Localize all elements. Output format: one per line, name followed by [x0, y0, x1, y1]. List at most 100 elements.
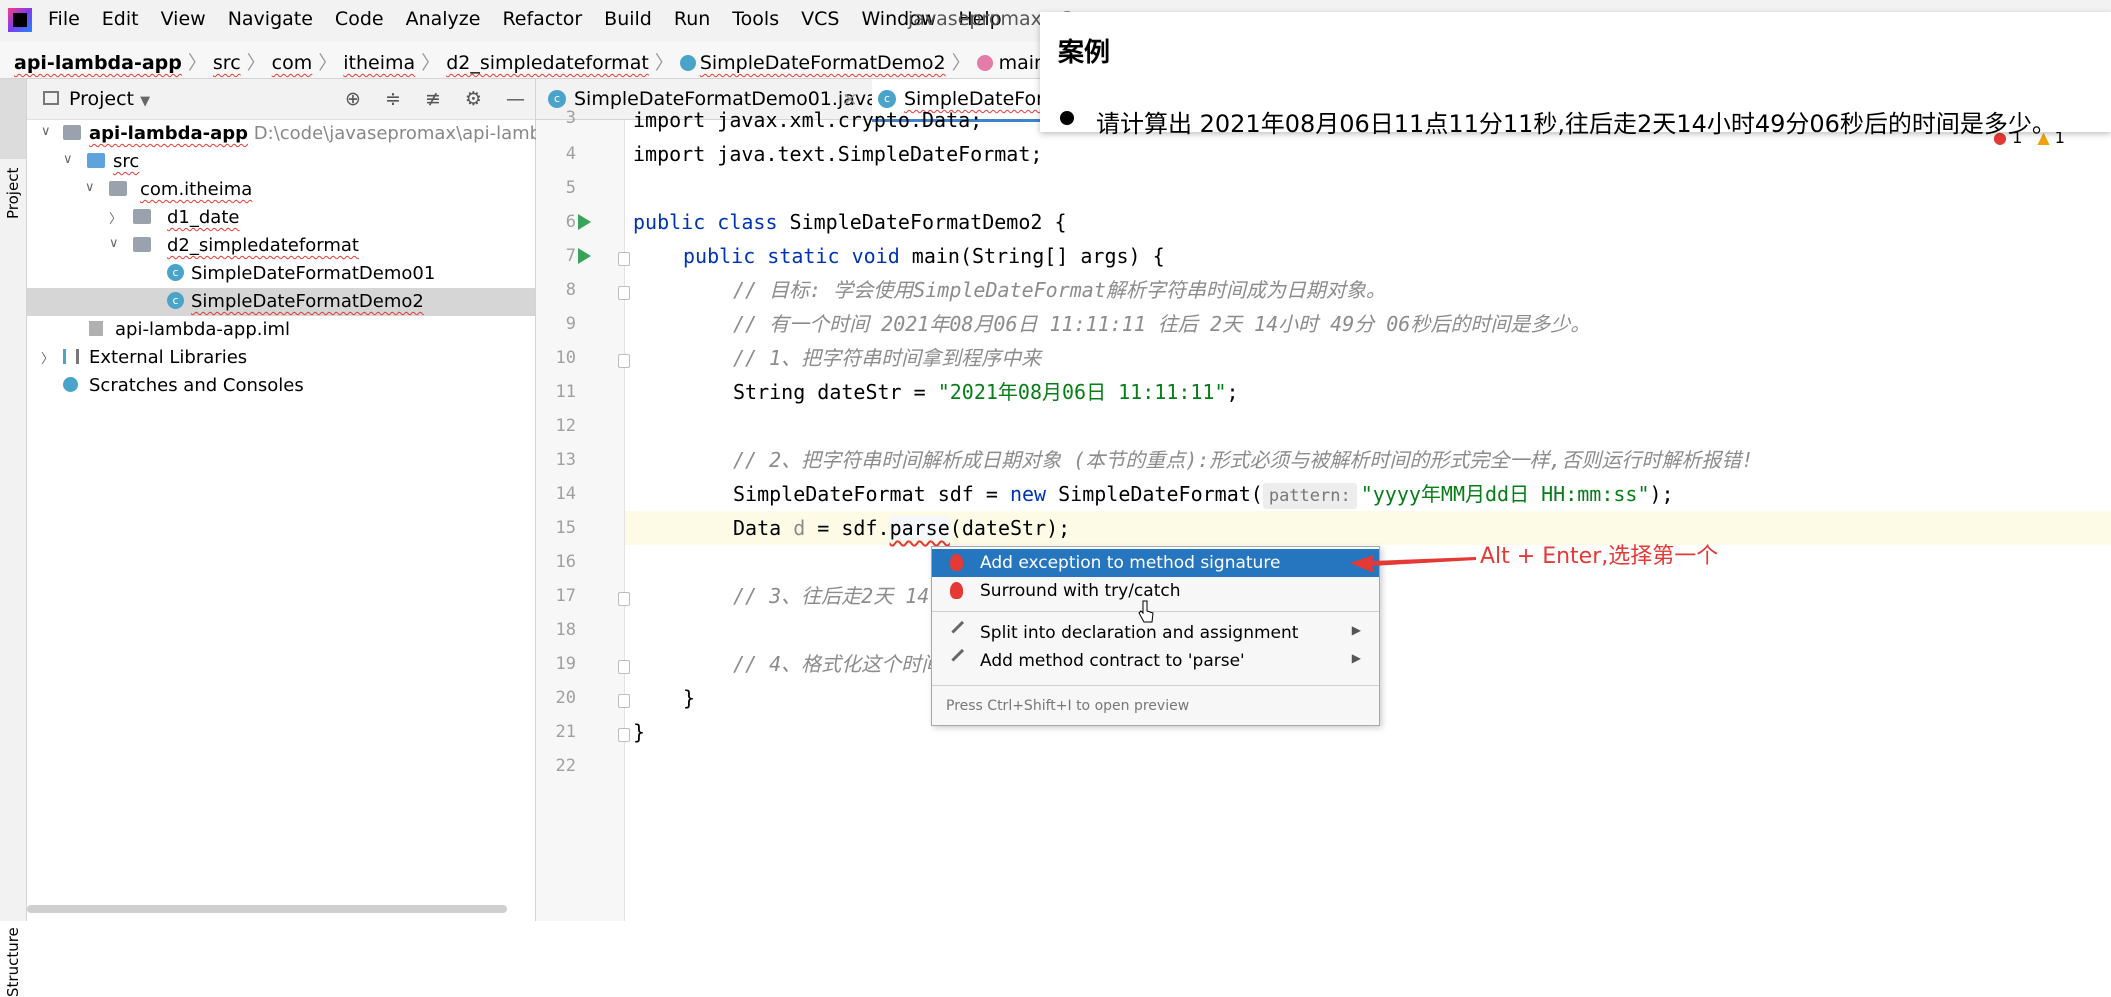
java-class-icon: c	[167, 264, 184, 281]
breadcrumb-package[interactable]: d2_simpledateformat	[446, 52, 649, 74]
intellij-logo-icon	[8, 8, 32, 32]
menu-analyze[interactable]: Analyze	[406, 8, 481, 30]
popup-item-label: Surround with try/catch	[980, 581, 1181, 601]
tree-item-demo01[interactable]: c SimpleDateFormatDemo01	[27, 260, 535, 288]
tree-item-d1-date[interactable]: 〉 d1_date	[27, 204, 535, 232]
code-line-21: }	[633, 715, 645, 749]
code-text: }	[633, 720, 646, 744]
chevron-right-icon[interactable]: 〉	[41, 348, 54, 367]
tree-item-com-itheima[interactable]: ∨ com.itheima	[27, 176, 535, 204]
menu-run[interactable]: Run	[674, 8, 710, 30]
menu-vcs[interactable]: VCS	[801, 8, 839, 30]
code-line-6: public class SimpleDateFormatDemo2 {	[633, 205, 1066, 239]
expand-all-icon[interactable]: ≑	[385, 88, 401, 110]
popup-item-add-contract[interactable]: Add method contract to 'parse' ▶	[932, 647, 1379, 675]
line-number: 4	[565, 144, 576, 164]
menu-build[interactable]: Build	[604, 8, 652, 30]
popup-item-surround-try-catch[interactable]: Surround with try/catch	[932, 577, 1379, 605]
project-panel-title[interactable]: Project ▼	[69, 88, 150, 110]
menu-view[interactable]: View	[161, 8, 206, 30]
code-string: "2021年08月06日 11:11:11"	[937, 380, 1227, 404]
chevron-right-icon: ▶	[1351, 651, 1361, 665]
tree-item-demo2[interactable]: c SimpleDateFormatDemo2	[27, 288, 535, 316]
code-line-15: Data d = sdf.parse(dateStr);	[625, 511, 2111, 545]
locate-icon[interactable]: ⊕	[345, 88, 361, 110]
breadcrumb-itheima[interactable]: itheima	[343, 52, 415, 74]
project-tool-tab[interactable]	[0, 79, 26, 159]
popup-item-label: Add exception to method signature	[980, 553, 1281, 573]
code-line-14: SimpleDateFormat sdf = new SimpleDateFor…	[733, 477, 1674, 511]
tree-item-scratches[interactable]: Scratches and Consoles	[27, 372, 535, 400]
annotation-arrow-icon	[1350, 555, 1476, 573]
line-number: 16	[555, 552, 576, 572]
hide-panel-icon[interactable]: —	[506, 88, 525, 110]
line-number: 3	[565, 108, 576, 128]
breadcrumb-sep-icon: 〉	[421, 52, 441, 74]
popup-item-add-exception[interactable]: Add exception to method signature	[932, 549, 1379, 577]
breadcrumb-project[interactable]: api-lambda-app	[14, 52, 182, 74]
menu-file[interactable]: File	[48, 8, 80, 30]
menu-edit[interactable]: Edit	[102, 8, 139, 30]
left-tool-stripe: Project Structure	[0, 79, 27, 997]
chevron-down-icon[interactable]: ∨	[63, 152, 73, 167]
structure-tool-label[interactable]: Structure	[4, 927, 22, 997]
popup-footer-hint: Press Ctrl+Shift+I to open preview	[946, 698, 1190, 714]
error-bulb-icon	[950, 554, 963, 571]
line-number: 6	[565, 212, 576, 232]
project-panel-header: Project ▼ ⊕ ≑ ≢ ⚙ —	[27, 79, 535, 120]
menu-tools[interactable]: Tools	[732, 8, 779, 30]
chevron-down-icon[interactable]: ∨	[85, 180, 95, 195]
menu-navigate[interactable]: Navigate	[228, 8, 313, 30]
code-line-17: // 3、往后走2天 14	[733, 579, 929, 613]
breadcrumb-method[interactable]: main	[999, 52, 1046, 74]
line-number: 17	[555, 586, 576, 606]
breadcrumb-class[interactable]: SimpleDateFormatDemo2	[700, 52, 946, 74]
code-line-9: // 有一个时间 2021年08月06日 11:11:11 往后 2天 14小时…	[733, 307, 1590, 341]
chevron-down-icon[interactable]: ∨	[109, 236, 119, 251]
code-error-token[interactable]: parse	[889, 516, 950, 540]
run-class-icon[interactable]	[578, 214, 591, 230]
tree-item-project[interactable]: ∨ api-lambda-app D:\code\javasepromax\ap…	[27, 120, 581, 148]
line-number: 19	[555, 654, 576, 674]
tree-item-external-libraries[interactable]: 〉 External Libraries	[27, 344, 535, 372]
code-line-4: import java.text.SimpleDateFormat;	[633, 137, 1042, 171]
iml-file-icon	[89, 321, 103, 336]
breadcrumb-trail: api-lambda-app 〉 src 〉 com 〉 itheima 〉 d2_simple…	[14, 48, 1046, 75]
code-text: Data	[733, 516, 794, 540]
code-text: (dateStr);	[949, 516, 1071, 540]
line-number: 15	[555, 518, 576, 538]
code-text: SimpleDateFormat sdf =	[733, 482, 1010, 506]
menu-code[interactable]: Code	[335, 8, 384, 30]
code-comment: // 1、把字符串时间拿到程序中来	[733, 346, 1042, 370]
collapse-all-icon[interactable]: ≢	[425, 88, 441, 110]
code-text: SimpleDateFormat(	[1046, 482, 1263, 506]
popup-item-split-declaration[interactable]: Split into declaration and assignment ▶	[932, 619, 1379, 647]
popup-divider	[932, 685, 1379, 686]
intention-actions-popup: Add exception to method signature Surrou…	[931, 546, 1380, 726]
code-editor[interactable]: import javax.xml.crypto.Data; import jav…	[625, 108, 2111, 921]
package-icon	[133, 237, 151, 252]
chevron-down-icon[interactable]: ∨	[41, 124, 51, 139]
tree-item-d2-simpledateformat[interactable]: ∨ d2_simpledateformat	[27, 232, 535, 260]
code-text: SimpleDateFormatDemo2 {	[777, 210, 1067, 234]
gear-icon[interactable]: ⚙	[465, 88, 482, 110]
menu-refactor[interactable]: Refactor	[502, 8, 582, 30]
tree-item-src[interactable]: ∨ src	[27, 148, 535, 176]
tree-label: SimpleDateFormatDemo01	[191, 263, 436, 284]
chevron-right-icon[interactable]: 〉	[109, 208, 122, 227]
breadcrumb-src[interactable]: src	[213, 52, 241, 74]
main-menu: File Edit View Navigate Code Analyze Ref…	[48, 8, 1024, 30]
code-comment: // 目标: 学会使用SimpleDateFormat解析字符串时间成为日期对象…	[733, 278, 1386, 302]
popup-item-label: Split into declaration and assignment	[980, 623, 1299, 643]
code-line-7: public static void main(String[] args) {	[683, 239, 1165, 273]
tree-label: api-lambda-app.iml	[115, 319, 291, 340]
code-text: import java.text.SimpleDateFormat;	[633, 142, 1043, 166]
package-icon	[133, 209, 151, 224]
horizontal-scrollbar[interactable]	[27, 905, 507, 913]
run-main-icon[interactable]	[578, 248, 591, 264]
breadcrumb-com[interactable]: com	[272, 52, 313, 74]
tree-item-iml[interactable]: api-lambda-app.iml	[27, 316, 535, 344]
project-tool-label[interactable]: Project	[4, 168, 22, 219]
code-text: = sdf.	[805, 516, 890, 540]
tree-label: com.itheima	[140, 179, 253, 200]
